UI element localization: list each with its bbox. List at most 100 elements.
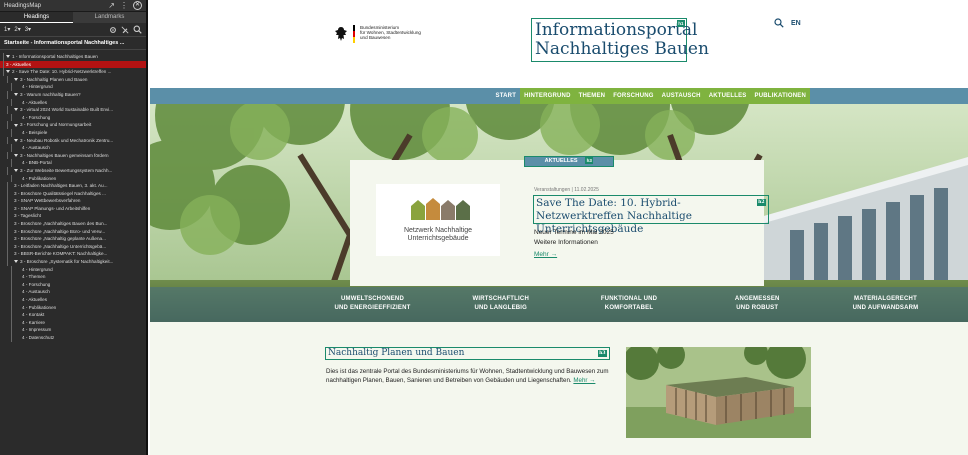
nav-item-start[interactable]: START [492, 88, 521, 104]
portal-title-line: Informationsportal [535, 20, 698, 40]
principle-item[interactable]: MATERIALGERECHT UND AUFWANDSARM [833, 287, 938, 322]
heading-tree-item[interactable]: 4 - Karriere [0, 318, 146, 327]
heading-tree-item[interactable]: 4 - Publikationen [0, 174, 146, 183]
portal-title[interactable]: Informationsportal Nachhaltiges Bauen h1 [531, 18, 709, 62]
expand-triangle-icon[interactable] [14, 260, 18, 264]
heading-tree-item[interactable]: 3 - Broschüre „Nachhaltiges Bauen des Bu… [0, 220, 146, 228]
ministry-logo[interactable]: Bundesministerium für Wohnen, Stadtentwi… [334, 25, 440, 43]
teaser-text: Weitere Informationen [534, 239, 598, 246]
heading-tree-item-label: 3 - Aktuelles [6, 61, 32, 67]
heading-tree-item[interactable]: 1 - Informationsportal Nachhaltiges Baue… [0, 53, 146, 61]
nav-item-hintergrund[interactable]: HINTERGRUND [520, 88, 575, 104]
heading-tree-item[interactable]: 4 - Themen [0, 273, 146, 281]
level-1-toggle[interactable]: 1▾ [4, 26, 10, 33]
heading-tree-item[interactable]: 4 - Aktuelles [0, 296, 146, 304]
heading-tree-item[interactable]: 3 - Tageslicht [0, 212, 146, 220]
german-flag-stripe [353, 25, 355, 43]
heading-tree-item[interactable]: 3 - Leitfaden Nachhaltiges Bauen, 3. akt… [0, 182, 146, 190]
heading-tree-item-label: 4 - Hintergrund [22, 84, 53, 90]
nav-item-forschung[interactable]: FORSCHUNG [609, 88, 657, 104]
heading-tree-item[interactable]: 4 - Beispiele [0, 128, 146, 137]
heading-tree-item[interactable]: 3 - BBSR-Berichte KOMPAKT: Nachhaltigke.… [0, 250, 146, 258]
nav-item-aktuelles[interactable]: AKTUELLES [705, 88, 751, 104]
heading-tree-item-label: 3 - Forschung und Normungsarbeit [20, 122, 92, 128]
heading-tree-item[interactable]: 3 - Forschung und Normungsarbeit [0, 121, 146, 129]
netzwerk-logo-graphic [411, 198, 470, 220]
heading-tree-item[interactable]: 3 - virtual 2024 World Sustainable Built… [0, 106, 146, 114]
heading-tree-item[interactable]: 4 - BNB-Portal [0, 159, 146, 167]
heading-tree-item-label: 3 - Warum nachhaltig Bauen? [20, 91, 81, 97]
nav-item-publikationen[interactable]: PUBLIKATIONEN [751, 88, 811, 104]
heading-tree-item-label: 4 - Forschung [22, 281, 51, 287]
heading-tree-item[interactable]: 2 - Save The Date: 10. Hybrid-Netzwerktr… [0, 68, 146, 76]
heading-level-badge: h2 [756, 199, 766, 206]
heading-tree-item[interactable]: 4 - Impressum [0, 326, 146, 334]
expand-triangle-icon[interactable] [14, 154, 18, 157]
highlight-off-icon[interactable] [121, 26, 129, 34]
principle-item[interactable]: UMWELTSCHONEND UND ENERGIEEFFIZIENT [320, 287, 425, 322]
headings-tree: 1 - Informationsportal Nachhaltiges Baue… [0, 50, 146, 342]
heading-tree-item-label: 4 - Impressum [22, 327, 52, 333]
section-more-link[interactable]: Mehr → [573, 377, 595, 384]
heading-tree-item[interactable]: 3 - Broschüre „Nachhaltige Unterrichtsge… [0, 242, 146, 251]
search-icon[interactable] [133, 25, 142, 34]
heading-tree-item[interactable]: 3 - Broschüre „Systematik für Nachhaltig… [0, 258, 146, 266]
heading-tree-item[interactable]: 4 - Aktuelles [0, 98, 146, 107]
nav-item-themen[interactable]: THEMEN [575, 88, 610, 104]
principle-item[interactable]: FUNKTIONAL UND KOMFORTABEL [577, 287, 682, 322]
expand-triangle-icon[interactable] [14, 93, 18, 97]
section-title[interactable]: Nachhaltig Planen und Bauen h3 [325, 347, 610, 360]
heading-tree-item[interactable]: 3 - Broschüre „Nachhaltige Büro- und Ver… [0, 227, 146, 236]
language-switch-link[interactable]: EN [791, 20, 801, 27]
heading-tree-item[interactable]: 4 - Forschung [0, 280, 146, 289]
heading-tree-item[interactable]: 4 - Austausch [0, 144, 146, 152]
teaser-title[interactable]: Save The Date: 10. Hybrid-Netzwerktreffe… [533, 195, 769, 235]
netzwerk-logo-line: Netzwerk Nachhaltige [403, 227, 473, 234]
pin-icon[interactable]: ↗ [108, 1, 115, 10]
heading-tree-item[interactable]: 3 - Broschüre „Nachhaltig geplante Außen… [0, 235, 146, 243]
close-icon[interactable]: ✕ [133, 1, 142, 10]
netzwerk-logo[interactable]: Netzwerk Nachhaltige Unterrichtsgebäude [376, 184, 500, 256]
heading-tree-item[interactable]: 4 - Kontakt [0, 311, 146, 319]
federal-eagle-icon [335, 27, 347, 41]
heading-tree-item[interactable]: 3 - Zur Webseite Bewertungssystem Nachh.… [0, 166, 146, 175]
heading-tree-item[interactable]: 4 - Publikationen [0, 303, 146, 312]
heading-tree-item-label: 3 - Broschüre Qualitätssiegel Nachhaltig… [14, 190, 106, 196]
heading-tree-item[interactable]: 4 - Forschung [0, 113, 146, 122]
tab-landmarks[interactable]: Landmarks [73, 12, 146, 23]
expand-triangle-icon[interactable] [6, 55, 10, 59]
teaser-more-link[interactable]: Mehr → [534, 251, 557, 258]
settings-icon[interactable] [109, 26, 117, 34]
heading-tree-item-label: 4 - Themen [22, 274, 46, 280]
expand-triangle-icon[interactable] [14, 169, 18, 173]
expand-triangle-icon[interactable] [14, 138, 18, 142]
search-icon[interactable] [774, 18, 784, 28]
heading-tree-item[interactable]: 3 - SNAP Wettbewerbsverfahren [0, 197, 146, 205]
expand-triangle-icon[interactable] [14, 108, 18, 112]
heading-tree-item[interactable]: 4 - Hintergrund [0, 265, 146, 274]
heading-tree-item[interactable]: 4 - Hintergrund [0, 83, 146, 91]
heading-tree-item[interactable]: 3 - Nachhaltiges Bauen gemeinsam fördern [0, 151, 146, 160]
heading-tree-item[interactable]: 3 - Neubau Robotik und Mechatronik Zentr… [0, 136, 146, 145]
level-2-toggle[interactable]: 2▾ [14, 26, 20, 33]
tab-headings[interactable]: Headings [0, 12, 73, 23]
nav-item-austausch[interactable]: AUSTAUSCH [658, 88, 705, 104]
heading-tree-item-label: 4 - Forschung [22, 114, 51, 120]
heading-tree-item[interactable]: 4 - Datenschutz [0, 333, 146, 342]
principle-item[interactable]: ANGEMESSEN UND ROBUST [705, 287, 810, 322]
heading-tree-item[interactable]: 3 - SNAP Planungs- und Arbeitshilfen [0, 204, 146, 213]
expand-triangle-icon[interactable] [6, 70, 10, 74]
heading-tree-item[interactable]: 3 - Warum nachhaltig Bauen? [0, 90, 146, 99]
heading-tree-item[interactable]: 3 - Nachhaltig Planen und Bauen [0, 75, 146, 84]
heading-tree-item[interactable]: 4 - Austausch [0, 288, 146, 296]
expand-triangle-icon[interactable] [14, 78, 18, 82]
level-3-toggle[interactable]: 3▾ [25, 26, 31, 33]
expand-triangle-icon[interactable] [14, 123, 18, 127]
heading-tree-item[interactable]: 3 - Broschüre Qualitätssiegel Nachhaltig… [0, 189, 146, 198]
more-options-icon[interactable]: ⋮ [120, 1, 128, 10]
heading-tree-item[interactable]: 3 - Aktuelles [0, 60, 146, 69]
heading-tree-item-label: 3 - SNAP Wettbewerbsverfahren [14, 198, 81, 204]
headingsmap-panel: HeadingsMap ↗ ⋮ ✕ Headings Landmarks 1▾ … [0, 0, 148, 455]
principle-item[interactable]: WIRTSCHAFTLICH UND LANGLEBIG [448, 287, 553, 322]
site-header: Bundesministerium für Wohnen, Stadtentwi… [150, 0, 968, 88]
